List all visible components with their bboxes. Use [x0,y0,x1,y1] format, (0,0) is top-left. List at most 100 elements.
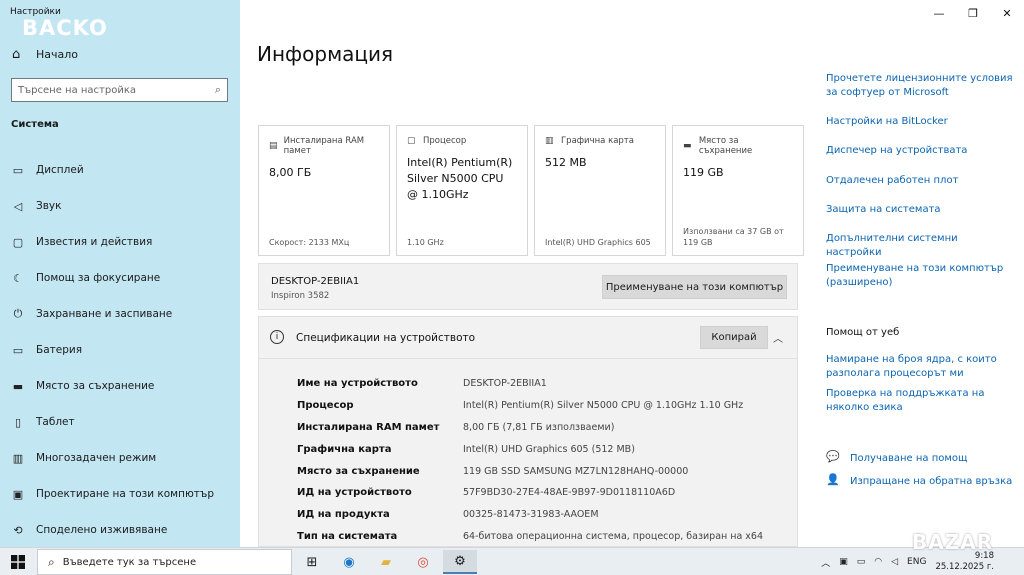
tablet-icon: ▯ [14,415,22,429]
volume-icon[interactable]: ◁ [891,557,898,567]
card-storage: ▬ Място за съхранение 119 GB Използвани с… [672,125,804,256]
card-value: 8,00 ГБ [269,166,312,179]
start-button[interactable] [0,548,36,575]
cpu-icon: ▢ [407,136,416,146]
search-icon: ⌕ [214,83,221,96]
taskbar-search-placeholder: Въведете тук за търсене [62,556,197,568]
network-icon[interactable]: ◠ [874,557,882,567]
spec-row: Място за съхранение 119 GB SSD SAMSUNG MZ… [297,460,763,482]
language-indicator[interactable]: ENG [907,557,926,567]
link-cpu-cores[interactable]: Намиране на броя ядра, с които разполага… [826,353,1016,381]
card-footer: Скорост: 2133 МХц [269,238,350,247]
chrome-icon[interactable]: ◎ [406,550,440,574]
sidebar-item-label: Многозадачен режим [36,452,157,464]
sidebar-item-tablet[interactable]: ▯ Таблет [0,404,240,440]
spec-row: Инсталирана RAM памет 8,00 ГБ (7,81 ГБ из… [297,417,763,439]
sidebar-item-label: Място за съхранение [36,380,155,392]
spec-key: Тип на системата [297,530,398,542]
card-footer: Използвани са 37 GB от 119 GB [683,227,784,247]
sidebar-item-label: Споделено изживяване [36,524,168,536]
clock-date: 25.12.2025 г. [935,562,994,572]
get-help-link[interactable]: Получаване на помощ [850,452,1016,466]
sidebar-item-label: Таблет [36,416,75,428]
home-button[interactable]: ⌂ Начало [12,47,78,62]
close-button[interactable]: ✕ [990,4,1024,22]
bazar-watermark: BAZAR [912,530,994,554]
rename-pc-button[interactable]: Преименуване на този компютър [602,275,787,299]
sidebar-item-focus-assist[interactable]: ☾ Помощ за фокусиране [0,260,240,296]
link-bitlocker[interactable]: Настройки на BitLocker [826,115,1016,129]
link-device-manager[interactable]: Диспечер на устройствата [826,144,1016,158]
home-label: Начало [36,48,79,61]
maximize-button[interactable]: ❐ [956,4,990,22]
card-label: Процесор [423,136,467,146]
spec-key: Графична карта [297,443,392,455]
spec-value: 8,00 ГБ (7,81 ГБ използваеми) [463,421,615,433]
spec-value: 00325-81473-31983-AAOEM [463,509,599,521]
spec-key: Процесор [297,400,354,412]
specs-header[interactable]: i Спецификации на устройството Копирай ︿ [259,317,797,359]
clock[interactable]: 9:18 25.12.2025 г. [935,551,994,573]
window-controls: — ❐ ✕ [922,4,1024,22]
taskbar: ⌕ Въведете тук за търсене ⊞ ◉ ▰ ◎ ⚙ ︿ ▣ … [0,547,1024,575]
link-language-support[interactable]: Проверка на поддръжката на няколко езика [826,387,1016,415]
sidebar: Настройки BACKO ⌂ Начало Търсене на наст… [0,0,240,547]
sidebar-item-sound[interactable]: ◁ Звук [0,188,240,224]
sidebar-item-label: Проектиране на този компютър [36,488,215,500]
spec-row: Тип на системата 64-битова операционна си… [297,526,763,548]
sidebar-item-storage[interactable]: ▬ Място за съхранение [0,368,240,404]
feedback-icon: 👤 [826,473,840,486]
device-name-panel: DESKTOP-2EBIIA1 Inspiron 3582 Преименува… [258,263,798,310]
link-advanced-system-settings[interactable]: Допълнителни системни настройки [826,232,1016,260]
sidebar-item-shared-experiences[interactable]: ⟲ Споделено изживяване [0,512,240,548]
sidebar-item-label: Известия и действия [36,236,153,248]
main-content: Информация ▤ Инсталирана RAM памет 8,00 Г… [240,0,804,547]
card-gpu: ▥ Графична карта 512 MB Intel(R) UHD Grap… [534,125,666,256]
summary-cards: ▤ Инсталирана RAM памет 8,00 ГБ Скорост: … [258,125,804,256]
sidebar-item-notifications[interactable]: ▢ Известия и действия [0,224,240,260]
settings-icon[interactable]: ⚙ [443,550,477,574]
file-explorer-icon[interactable]: ▰ [369,550,403,574]
tray-app-icon[interactable]: ▣ [839,557,848,567]
link-rename-advanced[interactable]: Преименуване на този компютър (разширено… [826,262,1016,290]
feedback-link[interactable]: Изпращане на обратна връзка [850,475,1016,489]
minimize-button[interactable]: — [922,4,956,22]
sidebar-item-multitasking[interactable]: ▥ Многозадачен режим [0,440,240,476]
disk-icon: ▬ [683,141,692,151]
spec-value: Intel(R) Pentium(R) Silver N5000 CPU @ 1… [463,400,744,412]
link-system-protection[interactable]: Защита на системата [826,203,1016,217]
share-icon: ⟲ [13,523,23,537]
tray-chevron-icon[interactable]: ︿ [821,556,830,569]
card-label: Инсталирана RAM памет [283,136,365,156]
taskbar-search-input[interactable]: ⌕ Въведете тук за търсене [37,549,292,575]
sidebar-item-projecting[interactable]: ▣ Проектиране на този компютър [0,476,240,512]
copy-button[interactable]: Копирай [700,326,768,349]
sidebar-item-display[interactable]: ▭ Дисплей [0,152,240,188]
edge-icon[interactable]: ◉ [332,550,366,574]
search-placeholder: Търсене на настройка [18,84,137,96]
task-view-icon[interactable]: ⊞ [295,550,329,574]
sidebar-item-battery[interactable]: ▭ Батерия [0,332,240,368]
sidebar-item-power[interactable]: ⏻ Захранване и заспиване [0,296,240,332]
card-footer: Intel(R) UHD Graphics 605 [545,238,651,247]
moon-icon: ☾ [13,271,23,285]
sidebar-item-label: Помощ за фокусиране [36,272,161,284]
link-remote-desktop[interactable]: Отдалечен работен плот [826,174,1016,188]
card-cpu: ▢ Процесор Intel(R) Pentium(R) Silver N50… [396,125,528,256]
section-label: Система [11,119,59,130]
spec-key: ИД на продукта [297,509,390,521]
windows-icon [11,555,25,569]
spec-key: Място за съхранение [297,465,420,477]
link-license-terms[interactable]: Прочетете лицензионните условия за софту… [826,72,1016,100]
device-name: DESKTOP-2EBIIA1 [271,276,360,287]
card-label: Графична карта [561,136,634,146]
card-value: Intel(R) Pentium(R) Silver N5000 CPU @ 1… [407,156,513,201]
storage-icon: ▬ [12,379,24,393]
info-icon: i [270,330,284,344]
search-input[interactable]: Търсене на настройка ⌕ [11,78,228,102]
chevron-up-icon[interactable]: ︿ [773,330,783,345]
spec-row: ИД на продукта 00325-81473-31983-AAOEM [297,504,763,526]
tray-app-icon[interactable]: ▭ [857,557,866,567]
spec-value: 64-битова операционна система, процесор,… [463,530,764,542]
spec-value: 119 GB SSD SAMSUNG MZ7LN128HAHQ-00000 [463,465,689,477]
